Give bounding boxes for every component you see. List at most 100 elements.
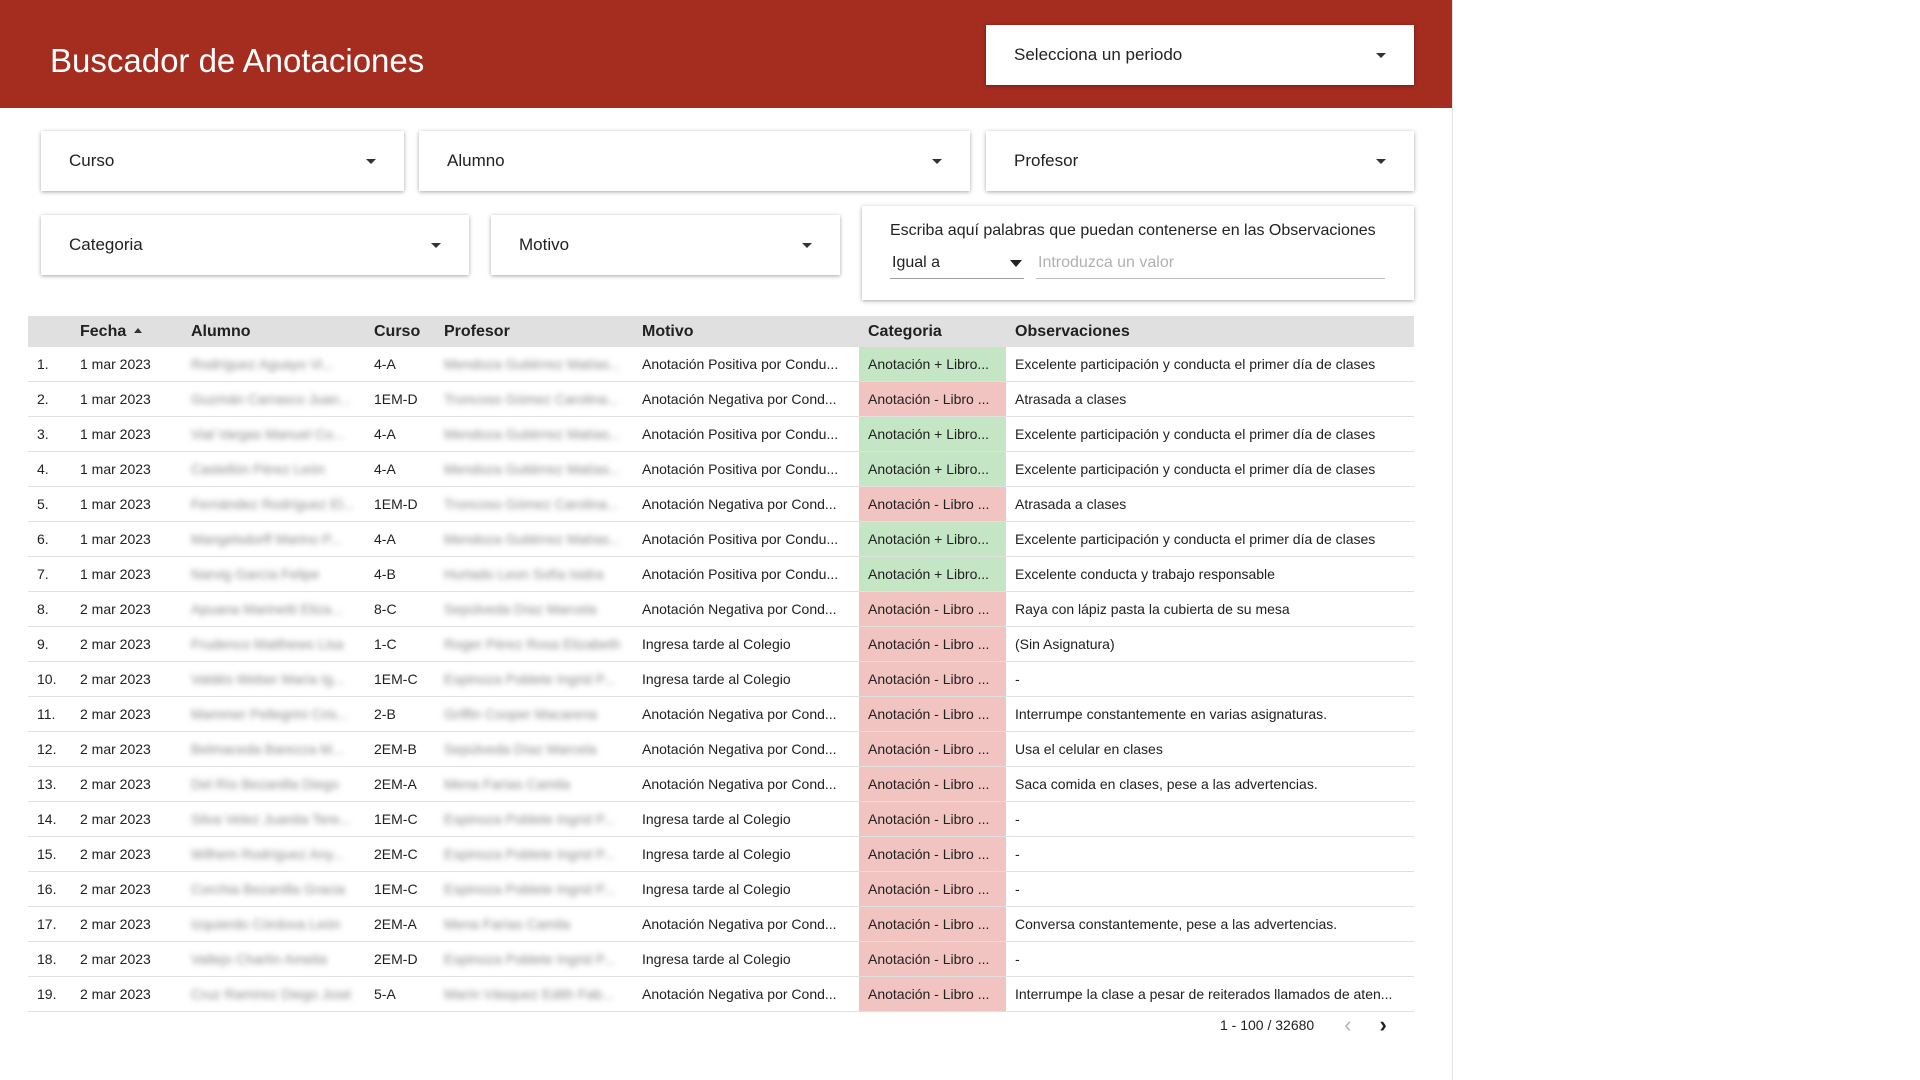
table-row[interactable]: 17. 2 mar 2023 Izquierdo Córdova León 2EM-A… bbox=[28, 906, 1414, 942]
row-number: 16. bbox=[28, 871, 71, 907]
cell-profesor: Espinoza Poblete Ingrid P... bbox=[435, 836, 633, 872]
cell-alumno: Mammer Pellegrini Cris... bbox=[182, 696, 365, 732]
cell-fecha: 1 mar 2023 bbox=[71, 347, 182, 382]
cell-motivo: Anotación Positiva por Condu... bbox=[633, 416, 859, 452]
row-number: 10. bbox=[28, 661, 71, 697]
period-select[interactable]: Selecciona un periodo bbox=[986, 25, 1414, 85]
table-row[interactable]: 11. 2 mar 2023 Mammer Pellegrini Cris... 2-… bbox=[28, 696, 1414, 732]
table-row[interactable]: 14. 2 mar 2023 Silva Velez Juanita Tere...… bbox=[28, 801, 1414, 837]
cell-fecha: 2 mar 2023 bbox=[71, 941, 182, 977]
column-header-index bbox=[28, 316, 71, 347]
chevron-down-icon bbox=[366, 158, 376, 164]
cell-fecha: 2 mar 2023 bbox=[71, 801, 182, 837]
cell-categoria: Anotación - Libro ... bbox=[859, 731, 1006, 767]
cell-fecha: 1 mar 2023 bbox=[71, 381, 182, 417]
cell-curso: 2EM-A bbox=[365, 766, 435, 802]
cell-fecha: 1 mar 2023 bbox=[71, 451, 182, 487]
column-header-categoria[interactable]: Categoria bbox=[859, 316, 1006, 347]
table-row[interactable]: 5. 1 mar 2023 Fernández Rodríguez El... 1EM… bbox=[28, 486, 1414, 522]
column-header-alumno[interactable]: Alumno bbox=[182, 316, 365, 347]
cell-alumno: Apuana Marinetti Eliza... bbox=[182, 591, 365, 627]
operator-select[interactable]: Igual a bbox=[890, 252, 1024, 279]
row-number: 18. bbox=[28, 941, 71, 977]
categoria-filter-label: Categoria bbox=[69, 235, 143, 254]
column-header-observaciones[interactable]: Observaciones bbox=[1006, 316, 1414, 347]
cell-observaciones: Excelente participación y conducta el pr… bbox=[1006, 347, 1414, 382]
sort-ascending-icon bbox=[134, 327, 143, 333]
cell-observaciones: - bbox=[1006, 801, 1414, 837]
cell-curso: 1EM-C bbox=[365, 801, 435, 837]
cell-categoria: Anotación - Libro ... bbox=[859, 871, 1006, 907]
cell-fecha: 2 mar 2023 bbox=[71, 976, 182, 1012]
motivo-filter[interactable]: Motivo bbox=[491, 215, 840, 275]
cell-fecha: 2 mar 2023 bbox=[71, 906, 182, 942]
alumno-filter[interactable]: Alumno bbox=[419, 131, 970, 191]
cell-curso: 4-B bbox=[365, 556, 435, 592]
table-row[interactable]: 2. 1 mar 2023 Guzmán Carrasco Juan... 1EM-D… bbox=[28, 381, 1414, 417]
row-number: 1. bbox=[28, 347, 71, 382]
column-header-profesor[interactable]: Profesor bbox=[435, 316, 633, 347]
table-row[interactable]: 15. 2 mar 2023 Wilhem Rodríguez Any... 2EM-… bbox=[28, 836, 1414, 872]
cell-observaciones: Excelente participación y conducta el pr… bbox=[1006, 521, 1414, 557]
cell-observaciones: - bbox=[1006, 941, 1414, 977]
table-row[interactable]: 7. 1 mar 2023 Narvig García Felipe 4-B Hurta… bbox=[28, 556, 1414, 592]
row-number: 2. bbox=[28, 381, 71, 417]
curso-filter[interactable]: Curso bbox=[41, 131, 404, 191]
cell-curso: 1EM-C bbox=[365, 871, 435, 907]
table-row[interactable]: 10. 2 mar 2023 Valdés Weber María Ig... 1EM… bbox=[28, 661, 1414, 697]
table-row[interactable]: 16. 2 mar 2023 Corchia Bezanilla Gracia 1EM… bbox=[28, 871, 1414, 907]
table-row[interactable]: 1. 1 mar 2023 Rodríguez Aguayo Vi... 4-A Men… bbox=[28, 347, 1414, 382]
cell-profesor: Troncoso Gómez Carolina... bbox=[435, 486, 633, 522]
column-header-motivo[interactable]: Motivo bbox=[633, 316, 859, 347]
cell-fecha: 2 mar 2023 bbox=[71, 871, 182, 907]
table-row[interactable]: 4. 1 mar 2023 Castellón Pérez León 4-A Mendo… bbox=[28, 451, 1414, 487]
cell-observaciones: Atrasada a clases bbox=[1006, 381, 1414, 417]
observaciones-value-input[interactable] bbox=[1036, 252, 1385, 279]
cell-profesor: Sepúlveda Díaz Marcela bbox=[435, 731, 633, 767]
cell-motivo: Anotación Negativa por Cond... bbox=[633, 381, 859, 417]
curso-filter-label: Curso bbox=[69, 151, 115, 170]
page-title: Buscador de Anotaciones bbox=[50, 42, 425, 79]
cell-motivo: Anotación Negativa por Cond... bbox=[633, 696, 859, 732]
table-row[interactable]: 13. 2 mar 2023 Del Río Bezanilla Diego 2EM-… bbox=[28, 766, 1414, 802]
cell-observaciones: - bbox=[1006, 836, 1414, 872]
cell-curso: 5-A bbox=[365, 976, 435, 1012]
cell-curso: 1EM-D bbox=[365, 381, 435, 417]
cell-fecha: 2 mar 2023 bbox=[71, 766, 182, 802]
column-header-curso[interactable]: Curso bbox=[365, 316, 435, 347]
chevron-down-icon bbox=[802, 242, 812, 248]
table-row[interactable]: 18. 2 mar 2023 Vallejo Charlín Amelia 2EM-D… bbox=[28, 941, 1414, 977]
categoria-filter[interactable]: Categoria bbox=[41, 215, 469, 275]
cell-profesor: Espinoza Poblete Ingrid P... bbox=[435, 871, 633, 907]
table-row[interactable]: 12. 2 mar 2023 Belmaceda Barezza M... 2EM-B… bbox=[28, 731, 1414, 767]
cell-motivo: Anotación Negativa por Cond... bbox=[633, 486, 859, 522]
column-header-fecha[interactable]: Fecha bbox=[71, 316, 182, 347]
previous-page-icon[interactable]: ‹ bbox=[1344, 1014, 1351, 1036]
cell-alumno: Fernández Rodríguez El... bbox=[182, 486, 365, 522]
cell-alumno: Rodríguez Aguayo Vi... bbox=[182, 347, 365, 382]
table-row[interactable]: 19. 2 mar 2023 Cruz Ramírez Diego José 5-A M… bbox=[28, 976, 1414, 1012]
cell-categoria: Anotación - Libro ... bbox=[859, 626, 1006, 662]
row-number: 6. bbox=[28, 521, 71, 557]
cell-categoria: Anotación - Libro ... bbox=[859, 801, 1006, 837]
cell-motivo: Anotación Positiva por Condu... bbox=[633, 556, 859, 592]
cell-observaciones: Usa el celular en clases bbox=[1006, 731, 1414, 767]
chevron-down-icon bbox=[1376, 158, 1386, 164]
profesor-filter-label: Profesor bbox=[1014, 151, 1079, 170]
table-row[interactable]: 6. 1 mar 2023 Mangelsdorff Marino P... 4-A M… bbox=[28, 521, 1414, 557]
cell-categoria: Anotación + Libro... bbox=[859, 521, 1006, 557]
cell-motivo: Anotación Positiva por Condu... bbox=[633, 347, 859, 382]
motivo-filter-label: Motivo bbox=[519, 235, 570, 254]
table-row[interactable]: 9. 2 mar 2023 Frudenco Matthews Lisa 1-C Rog… bbox=[28, 626, 1414, 662]
chevron-down-icon bbox=[431, 242, 441, 248]
operator-select-label: Igual a bbox=[892, 254, 941, 271]
cell-fecha: 2 mar 2023 bbox=[71, 626, 182, 662]
row-number: 19. bbox=[28, 976, 71, 1012]
table-row[interactable]: 3. 1 mar 2023 Vial Vargas Manuel Co... 4-A M… bbox=[28, 416, 1414, 452]
table-row[interactable]: 8. 2 mar 2023 Apuana Marinetti Eliza... 8-C… bbox=[28, 591, 1414, 627]
chevron-down-icon bbox=[1376, 52, 1386, 58]
cell-motivo: Anotación Positiva por Condu... bbox=[633, 451, 859, 487]
next-page-icon[interactable]: › bbox=[1380, 1014, 1387, 1036]
profesor-filter[interactable]: Profesor bbox=[986, 131, 1414, 191]
cell-categoria: Anotación - Libro ... bbox=[859, 591, 1006, 627]
